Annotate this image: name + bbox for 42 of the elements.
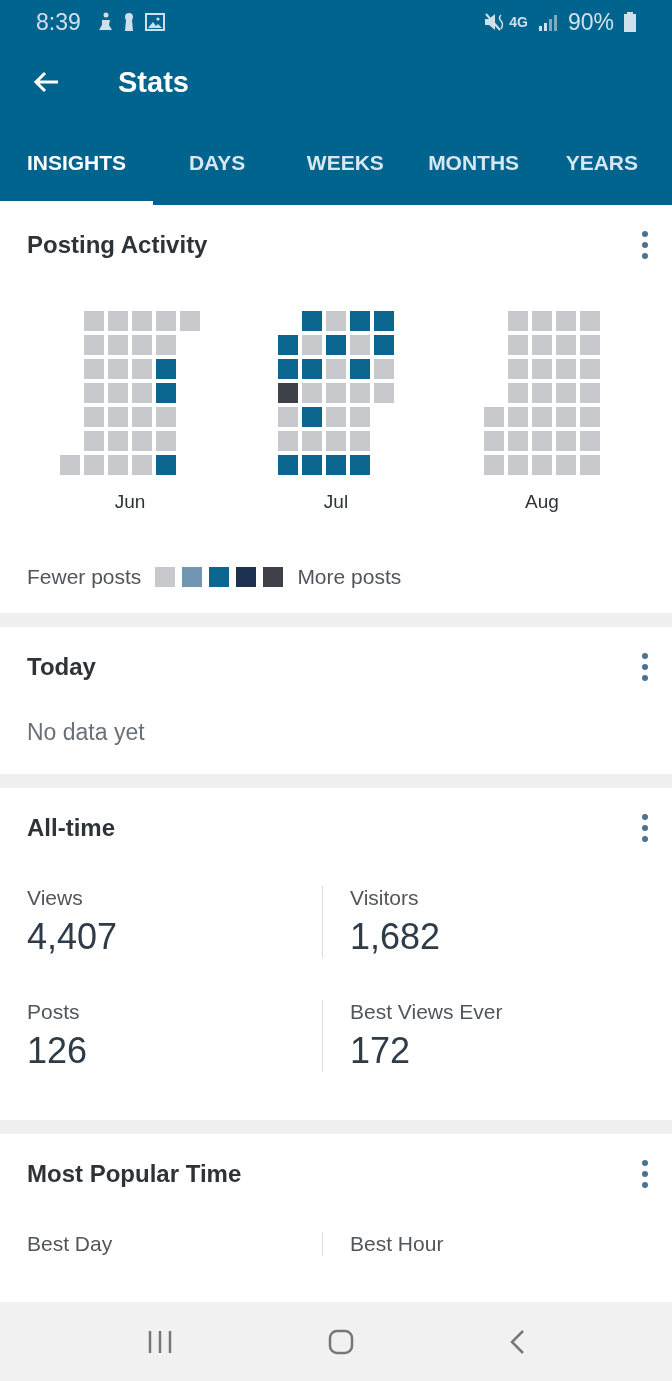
back-icon[interactable] <box>508 1328 525 1355</box>
card-title: Most Popular Time <box>27 1160 242 1188</box>
stat-label: Best Hour <box>350 1232 445 1256</box>
legend-label: Fewer posts <box>27 565 142 589</box>
network-type: 4G <box>509 14 528 30</box>
stat-label: Visitors <box>350 886 420 910</box>
month-label: Jun <box>114 491 146 513</box>
battery-percent: 90% <box>567 8 614 36</box>
home-icon[interactable] <box>328 1328 354 1355</box>
month-label: Aug <box>525 491 559 513</box>
back-arrow-icon[interactable] <box>32 70 60 94</box>
stat-value: 1,682 <box>350 916 442 958</box>
tab[interactable]: MONTHS <box>409 120 538 205</box>
more-options-icon[interactable] <box>641 1159 649 1189</box>
keyhole-icon <box>122 12 135 32</box>
empty-message: No data yet <box>27 718 146 747</box>
screen-title: Stats <box>118 65 189 99</box>
image-icon <box>144 13 165 31</box>
tab[interactable]: YEARS <box>537 120 666 205</box>
legend-label: More posts <box>297 565 402 589</box>
recent-apps-icon[interactable] <box>147 1329 174 1354</box>
mute-icon <box>483 12 506 32</box>
stat-value: 4,407 <box>27 916 119 958</box>
tab[interactable]: DAYS <box>153 120 282 205</box>
tab[interactable]: WEEKS <box>281 120 410 205</box>
card-title: Posting Activity <box>27 231 208 259</box>
stat-label: Best Day <box>27 1232 114 1256</box>
stat-label: Best Views Ever <box>350 1000 504 1024</box>
stat-value: 126 <box>27 1030 89 1072</box>
more-options-icon[interactable] <box>641 813 649 843</box>
figure-icon <box>96 12 113 32</box>
status-time: 8:39 <box>36 8 81 36</box>
stat-label: Views <box>27 886 84 910</box>
stat-value: 172 <box>350 1030 412 1072</box>
month-label: Jul <box>323 491 349 513</box>
battery-icon <box>624 12 636 32</box>
card-title: All-time <box>27 814 115 842</box>
more-options-icon[interactable] <box>641 652 649 682</box>
more-options-icon[interactable] <box>641 230 649 260</box>
stat-label: Posts <box>27 1000 81 1024</box>
card-title: Today <box>27 653 96 681</box>
signal-icon <box>537 13 558 31</box>
